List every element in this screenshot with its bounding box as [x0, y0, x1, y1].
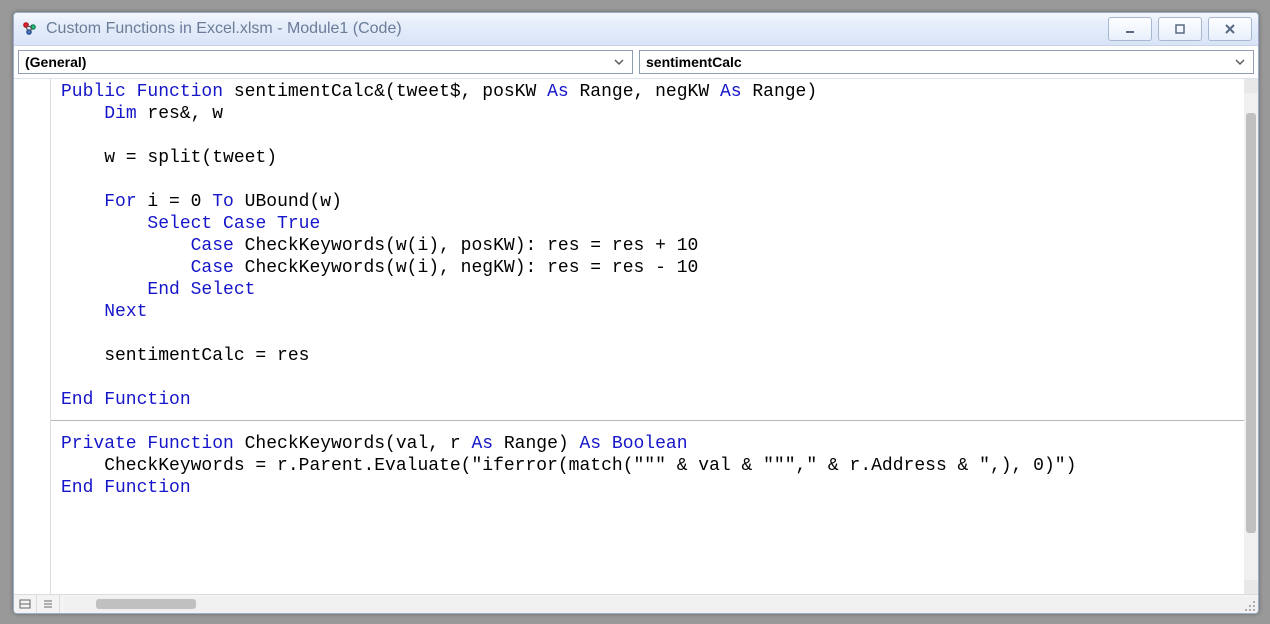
window-title: Custom Functions in Excel.xlsm - Module1… — [46, 20, 1108, 38]
procedure-separator — [51, 420, 1244, 421]
scroll-up-button[interactable] — [1244, 79, 1258, 93]
chevron-down-icon — [1231, 53, 1249, 71]
vba-code-window: Custom Functions in Excel.xlsm - Module1… — [13, 12, 1259, 614]
margin-indicator-bar[interactable] — [14, 79, 51, 594]
full-module-view-button[interactable] — [37, 595, 60, 613]
window-controls — [1108, 17, 1252, 41]
vba-module-icon — [20, 19, 40, 39]
minimize-button[interactable] — [1108, 17, 1152, 41]
vertical-scrollbar[interactable] — [1244, 79, 1258, 594]
code-editor[interactable]: Public Function sentimentCalc&(tweet$, p… — [51, 79, 1258, 594]
scroll-thumb[interactable] — [1246, 113, 1256, 533]
procedure-dropdown[interactable]: sentimentCalc — [639, 50, 1254, 74]
maximize-button[interactable] — [1158, 17, 1202, 41]
content-area: Public Function sentimentCalc&(tweet$, p… — [14, 79, 1258, 613]
procedure-view-button[interactable] — [14, 595, 37, 613]
window-titlebar[interactable]: Custom Functions in Excel.xlsm - Module1… — [14, 13, 1258, 46]
horizontal-scrollbar[interactable] — [64, 597, 1258, 611]
chevron-down-icon — [610, 53, 628, 71]
code-pane-footer — [14, 594, 1258, 613]
close-button[interactable] — [1208, 17, 1252, 41]
object-dropdown[interactable]: (General) — [18, 50, 633, 74]
object-dropdown-label: (General) — [25, 54, 610, 70]
procedure-dropdown-label: sentimentCalc — [646, 54, 1231, 70]
code-pane-dropdowns: (General) sentimentCalc — [14, 46, 1258, 79]
scroll-track[interactable] — [1244, 93, 1258, 580]
resize-grip-icon[interactable] — [1244, 599, 1256, 611]
scroll-down-button[interactable] — [1244, 580, 1258, 594]
code-region: Public Function sentimentCalc&(tweet$, p… — [14, 79, 1258, 594]
horizontal-scroll-thumb[interactable] — [96, 599, 196, 609]
